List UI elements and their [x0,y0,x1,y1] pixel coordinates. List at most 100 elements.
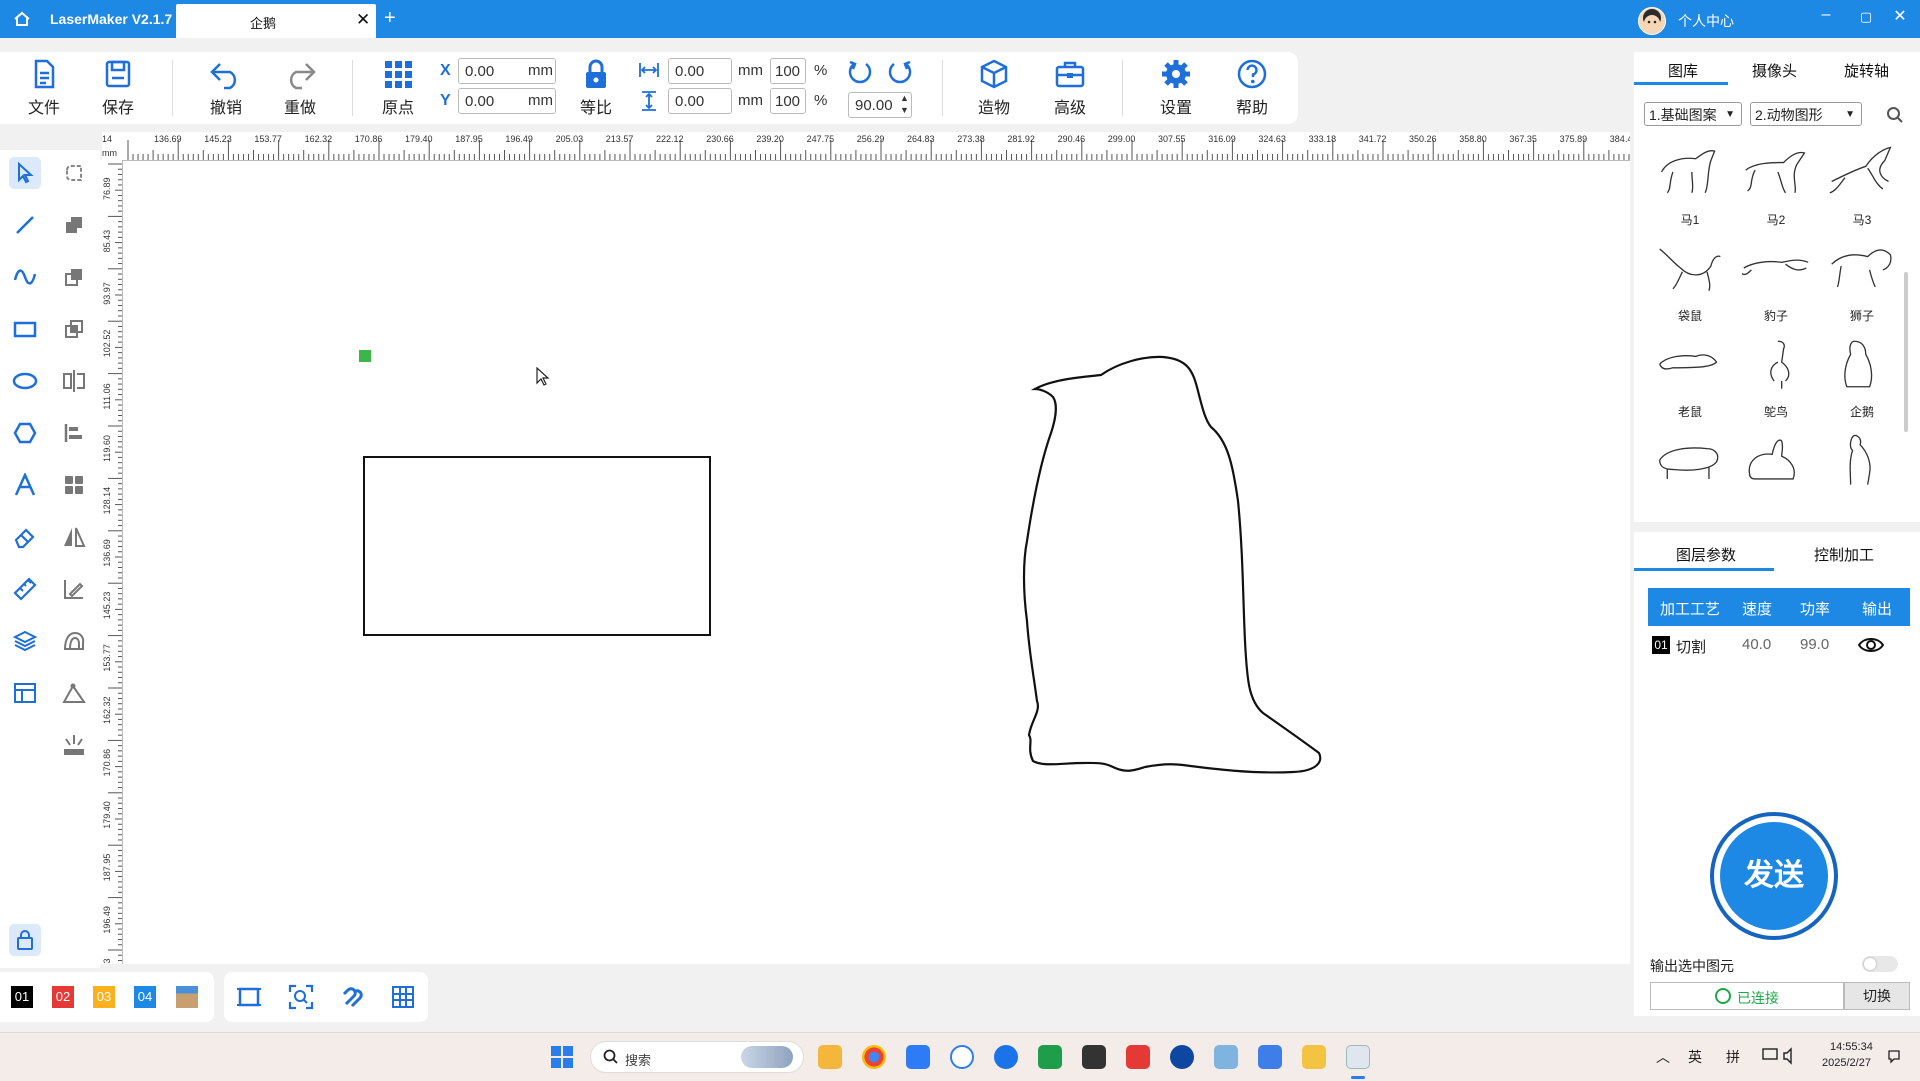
polygon-tool[interactable] [9,417,41,449]
output-selected-toggle[interactable] [1862,956,1898,972]
library-item[interactable]: 马2 [1736,142,1816,228]
file-explorer-icon[interactable] [818,1045,842,1069]
height-input[interactable]: 0.00 [668,88,732,114]
clock-date[interactable]: 2025/2/27 [1822,1057,1871,1069]
table-row[interactable]: 01 切割 40.0 99.0 [1648,626,1910,664]
eye-icon[interactable] [1858,636,1884,654]
tab-layer-params[interactable]: 图层参数 [1676,544,1736,565]
angle-stepper-icon[interactable]: ▲ ▼ [900,92,909,116]
curve-tool[interactable] [9,261,41,293]
boolean-union-tool[interactable] [58,209,90,241]
layer-01-swatch[interactable]: 01 [11,986,33,1008]
line-tool[interactable] [9,209,41,241]
library-item[interactable]: 袋鼠 [1650,238,1730,324]
minimize-button[interactable]: – [1806,6,1846,24]
origin-button[interactable]: 原点 [368,58,428,118]
tray-expand-icon[interactable]: ︿ [1656,1047,1670,1067]
category-select-2[interactable]: 2.动物图形 ▼ [1750,102,1862,126]
library-item[interactable]: 马3 [1822,142,1902,228]
library-item[interactable]: 狮子 [1822,238,1902,324]
library-item[interactable]: 马1 [1650,142,1730,228]
category-select-1[interactable]: 1.基础图案 ▼ [1644,102,1742,126]
make-button[interactable]: 造物 [964,58,1024,118]
library-item[interactable] [1650,430,1730,499]
app-icon-hex[interactable] [1258,1045,1282,1069]
rectangle-shape[interactable] [363,456,711,636]
app-icon-screen[interactable] [1346,1045,1370,1069]
redo-button[interactable]: 重做 [270,58,330,118]
rotate-cw-icon[interactable] [886,58,914,86]
lock-canvas-button[interactable] [9,924,41,956]
app-icon-v[interactable] [1170,1045,1194,1069]
tab-control-process[interactable]: 控制加工 [1814,544,1874,565]
save-button[interactable]: 保存 [88,58,148,118]
library-item[interactable]: 企鹅 [1822,334,1902,420]
app-icon-chat[interactable] [950,1045,974,1069]
library-item[interactable] [1822,430,1902,499]
document-tab[interactable]: 企鹅 ✕ [176,4,376,38]
lasermaker-taskbar-icon[interactable] [1302,1045,1326,1069]
library-item[interactable]: 豹子 [1736,238,1816,324]
offset-tool[interactable] [58,625,90,657]
rectangle-tool[interactable] [9,313,41,345]
layer-power[interactable]: 99.0 [1800,636,1829,653]
new-tab-button[interactable]: + [384,7,396,30]
ime-language[interactable]: 英 [1688,1047,1702,1067]
library-item[interactable] [1736,430,1816,499]
width-percent-input[interactable]: 100 [770,58,806,84]
flip-tool[interactable] [58,521,90,553]
grid-toggle-icon[interactable] [390,984,416,1010]
boolean-intersect-tool[interactable] [58,313,90,345]
layer-process[interactable]: 切割 [1676,636,1706,657]
layer-04-swatch[interactable]: 04 [134,986,156,1008]
wps-icon[interactable] [1126,1045,1150,1069]
network-volume-icon[interactable] [1762,1047,1798,1065]
node-edit-tool[interactable] [58,157,90,189]
user-center-link[interactable]: 个人中心 [1678,11,1734,31]
app-icon-dark[interactable] [1082,1045,1106,1069]
app-icon-blue[interactable] [906,1045,930,1069]
notification-icon[interactable] [1886,1048,1902,1064]
tab-rotary[interactable]: 旋转轴 [1844,60,1889,81]
search-icon[interactable] [1886,106,1904,124]
fit-page-icon[interactable] [236,984,262,1010]
image-layer-swatch[interactable] [176,986,198,1008]
tab-library[interactable]: 图库 [1668,60,1698,81]
app-icon-k[interactable] [994,1045,1018,1069]
clock-time[interactable]: 14:55:34 [1830,1041,1873,1053]
align-tool[interactable] [58,417,90,449]
windows-start-icon[interactable] [550,1045,574,1069]
switch-button[interactable]: 切换 [1844,982,1910,1010]
proportional-lock-button[interactable]: 等比 [566,58,626,118]
mirror-tool[interactable] [58,365,90,397]
layer-speed[interactable]: 40.0 [1742,636,1771,653]
help-button[interactable]: 帮助 [1222,58,1282,118]
height-percent-input[interactable]: 100 [770,88,806,114]
home-icon[interactable] [12,9,32,29]
array-tool[interactable] [58,469,90,501]
library-item[interactable]: 鸵鸟 [1736,334,1816,420]
send-button[interactable]: 发送 [1710,812,1838,940]
avatar[interactable] [1638,7,1666,35]
library-scrollbar[interactable] [1904,272,1908,432]
ime-mode[interactable]: 拼 [1726,1047,1740,1067]
boolean-subtract-tool[interactable] [58,261,90,293]
file-button[interactable]: 文件 [14,58,74,118]
taskbar-search[interactable]: 搜索 [590,1041,804,1073]
edit-path-tool[interactable] [58,573,90,605]
layer-02-swatch[interactable]: 02 [52,986,74,1008]
library-item[interactable]: 老鼠 [1650,334,1730,420]
laser-test-tool[interactable] [58,729,90,761]
excel-icon[interactable] [1038,1045,1062,1069]
close-tab-icon[interactable]: ✕ [356,10,370,30]
eraser-tool[interactable] [9,521,41,553]
drawing-canvas[interactable] [123,161,1630,964]
magnet-snap-icon[interactable] [340,984,366,1010]
layer-03-swatch[interactable]: 03 [93,986,115,1008]
text-tool[interactable] [9,469,41,501]
ellipse-tool[interactable] [9,365,41,397]
path-plan-tool[interactable] [58,677,90,709]
layers-tool[interactable] [9,625,41,657]
tab-camera[interactable]: 摄像头 [1752,60,1797,81]
width-input[interactable]: 0.00 [668,58,732,84]
